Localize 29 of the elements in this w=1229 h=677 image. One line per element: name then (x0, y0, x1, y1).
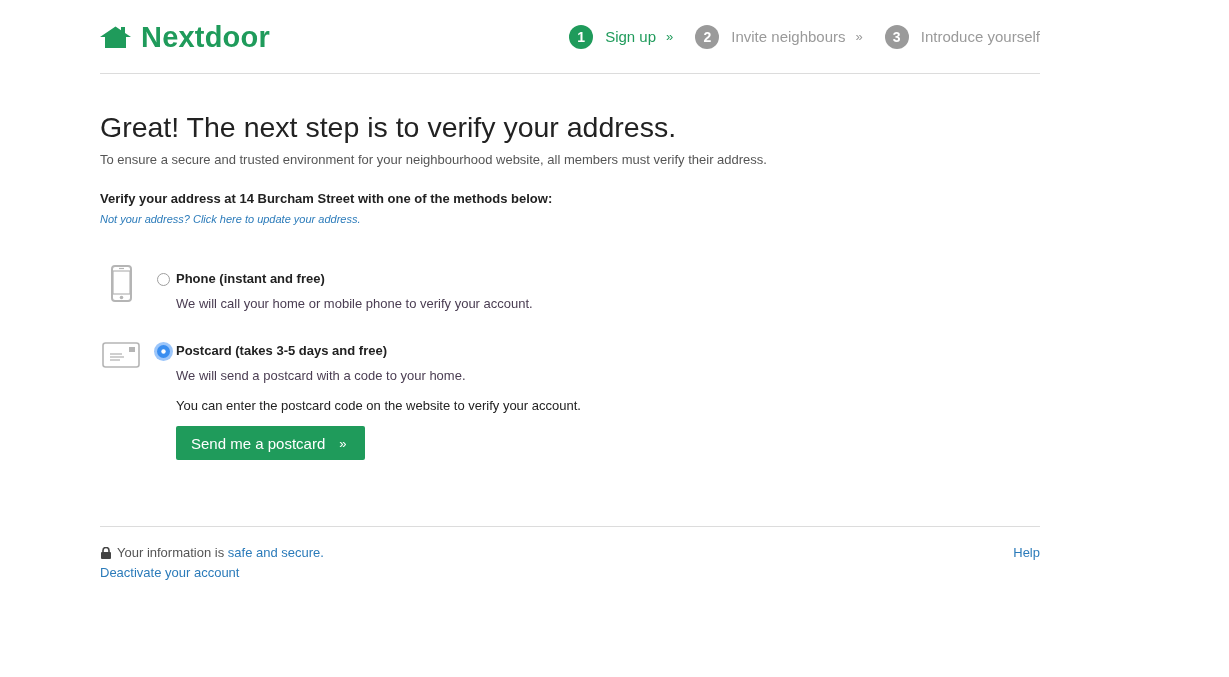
page-heading: Great! The next step is to verify your address. (100, 110, 678, 144)
step-separator: » (855, 29, 863, 44)
step-number: 2 (695, 24, 720, 49)
option-note: You can enter the postcard code on the website to verify your account. (176, 397, 581, 415)
security-note: Your information is safe and secure. (117, 544, 324, 562)
help-link[interactable]: Help (1013, 543, 1040, 563)
postcard-icon (102, 342, 140, 368)
step-label: Invite neighbours (731, 28, 846, 45)
step-number: 3 (884, 24, 909, 49)
option-label: Phone (instant and free) (176, 270, 326, 288)
radio-button[interactable] (154, 341, 173, 361)
step-separator: » (666, 29, 674, 44)
house-logo-icon (100, 26, 131, 48)
step-label: Sign up (605, 28, 657, 45)
verify-prompt: Verify your address at 14 Burcham Street with one of the methods below: (100, 190, 554, 208)
option-description: We will call your home or mobile phone to verify your account. (176, 295, 533, 313)
send-postcard-button[interactable]: Send me a postcard » (176, 426, 365, 460)
deactivate-account-link[interactable]: Deactivate your account (100, 563, 240, 583)
lock-icon (100, 547, 112, 559)
step-number: 1 (569, 24, 594, 49)
phone-icon (110, 265, 132, 302)
option-label: Postcard (takes 3-5 days and free) (176, 342, 388, 360)
option-description: We will send a postcard with a code to your home. (176, 367, 467, 385)
intro-text: To ensure a secure and trusted environment for your neighbourhood website, all members must verify their address. (100, 151, 768, 169)
logo-wordmark: Nextdoor (141, 20, 270, 54)
safe-and-secure-link[interactable]: safe and secure. (227, 545, 324, 560)
radio-button[interactable] (157, 272, 170, 286)
step-label: Introduce yourself (920, 28, 1040, 45)
update-address-link[interactable]: Not your address? Click here to update your address. (100, 211, 361, 227)
